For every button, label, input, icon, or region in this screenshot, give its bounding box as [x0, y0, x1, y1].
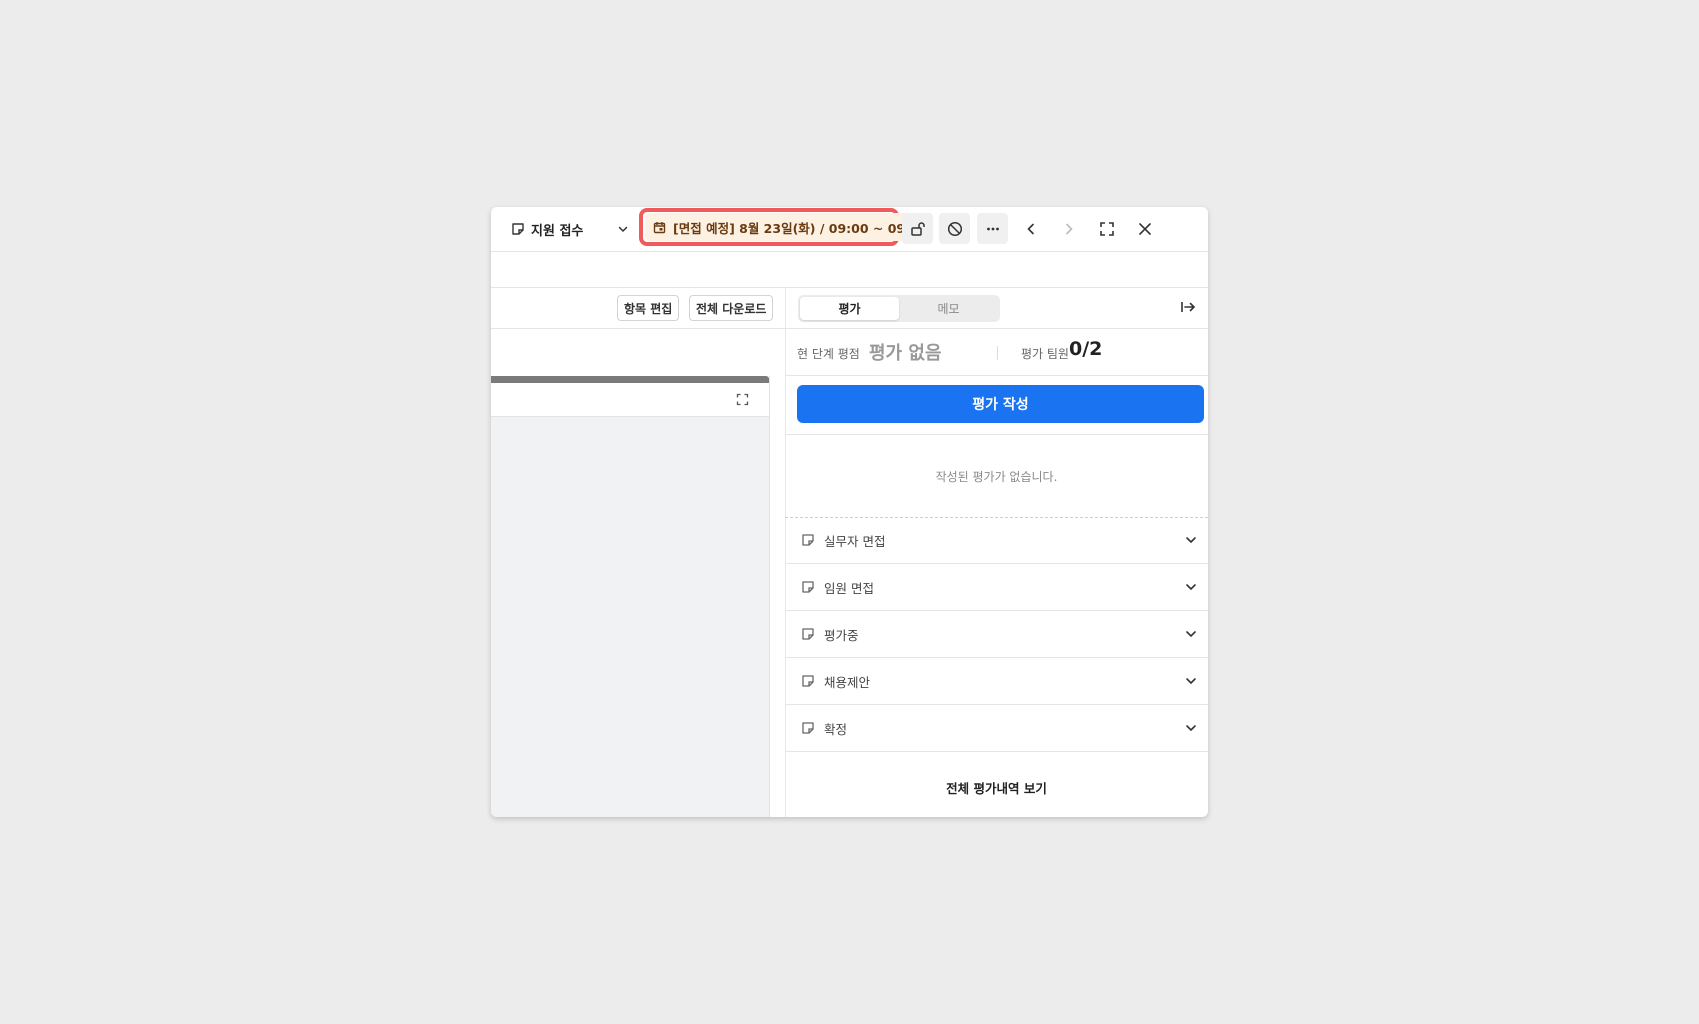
previous-applicant-button[interactable]: [1015, 213, 1046, 244]
close-button[interactable]: [1129, 213, 1160, 244]
block-icon: [947, 221, 963, 237]
download-all-button[interactable]: 전체 다운로드: [689, 295, 774, 321]
next-applicant-button[interactable]: [1053, 213, 1084, 244]
document-toolbar: 항목 편집 전체 다운로드: [491, 288, 785, 329]
chevron-right-icon: [1062, 222, 1076, 236]
document-content[interactable]: [491, 417, 769, 817]
evaluators-count: 0/2: [1069, 338, 1103, 360]
note-icon: [801, 674, 815, 688]
applicant-detail-window: 지원 접수 [면접 예정] 8월 23일(화) / 09:00 ~ 09:30: [491, 207, 1208, 817]
calendar-icon: [653, 221, 666, 234]
stage-evaluation-list: 실무자 면접 임원 면접 평가중 채용제안 확정: [785, 517, 1208, 752]
chevron-down-icon: [617, 223, 629, 235]
chevron-down-icon: [1184, 627, 1198, 641]
chevron-down-icon: [1184, 721, 1198, 735]
evaluation-panel: 평가 메모 현 단계 평점 평가 없음 평가 팀원 0/2 평가 작성 작성된 …: [785, 288, 1208, 817]
chevron-down-icon: [1184, 580, 1198, 594]
stage-item-confirmed[interactable]: 확정: [785, 705, 1208, 752]
header-spacer: [491, 252, 1208, 288]
document-panel: 항목 편집 전체 다운로드: [491, 288, 786, 817]
chevron-down-icon: [1184, 533, 1198, 547]
more-icon: [985, 221, 1001, 237]
current-stage-rating-label: 현 단계 평점: [797, 347, 860, 361]
tab-memo[interactable]: 메모: [899, 297, 998, 320]
stage-item-label: 채용제안: [824, 674, 871, 690]
stage-dropdown-label: 지원 접수: [531, 223, 584, 239]
stage-item-offer[interactable]: 채용제안: [785, 658, 1208, 705]
more-options-button[interactable]: [977, 213, 1008, 244]
evaluation-tabbar: 평가 메모: [785, 288, 1208, 329]
stage-item-executive-interview[interactable]: 임원 면접: [785, 564, 1208, 611]
evaluators-label: 평가 팀원: [1021, 347, 1069, 361]
note-icon: [801, 580, 815, 594]
note-icon: [801, 533, 815, 547]
score-summary: 현 단계 평점 평가 없음 평가 팀원 0/2: [785, 329, 1208, 376]
close-icon: [1138, 222, 1152, 236]
empty-message: 작성된 평가가 없습니다.: [935, 469, 1058, 484]
collapse-panel-button[interactable]: [1180, 299, 1198, 317]
stage-item-evaluating[interactable]: 평가중: [785, 611, 1208, 658]
evaluation-tabs: 평가 메모: [798, 295, 1000, 322]
stage-item-label: 평가중: [824, 627, 859, 643]
expand-icon: [1099, 221, 1115, 237]
write-evaluation-button[interactable]: 평가 작성: [797, 385, 1204, 423]
unlock-button[interactable]: [902, 213, 933, 244]
stage-item-label: 실무자 면접: [824, 533, 886, 549]
tab-evaluation[interactable]: 평가: [800, 297, 899, 320]
view-all-evaluations-button[interactable]: 전체 평가내역 보기: [785, 757, 1208, 817]
unlock-icon: [910, 221, 926, 237]
window-toolbar: 지원 접수 [면접 예정] 8월 23일(화) / 09:00 ~ 09:30: [491, 207, 1208, 252]
expand-icon[interactable]: [736, 393, 749, 406]
chevron-down-icon: [1184, 674, 1198, 688]
interview-schedule-highlight: [면접 예정] 8월 23일(화) / 09:00 ~ 09:30: [639, 208, 928, 246]
note-icon: [801, 627, 815, 641]
note-icon: [801, 721, 815, 735]
note-icon: [511, 222, 525, 236]
fullscreen-button[interactable]: [1091, 213, 1122, 244]
divider: [997, 346, 998, 360]
arrow-right-to-line-icon: [1180, 299, 1196, 315]
document-scroll-progress: [491, 376, 769, 383]
chevron-left-icon: [1024, 222, 1038, 236]
interview-schedule-text: [면접 예정] 8월 23일(화) / 09:00 ~ 09:30: [673, 220, 928, 236]
stage-item-label: 확정: [824, 721, 848, 737]
empty-evaluations: 작성된 평가가 없습니다.: [785, 434, 1208, 518]
current-stage-rating-value: 평가 없음: [869, 343, 942, 364]
stage-dropdown[interactable]: 지원 접수: [511, 217, 629, 241]
stage-item-practical-interview[interactable]: 실무자 면접: [785, 517, 1208, 564]
edit-fields-button[interactable]: 항목 편집: [617, 295, 680, 321]
reject-button[interactable]: [939, 213, 970, 244]
document-viewer-header: [491, 383, 769, 417]
document-viewer: [491, 376, 770, 817]
stage-item-label: 임원 면접: [824, 580, 874, 596]
interview-schedule-badge[interactable]: [면접 예정] 8월 23일(화) / 09:00 ~ 09:30: [645, 213, 928, 241]
